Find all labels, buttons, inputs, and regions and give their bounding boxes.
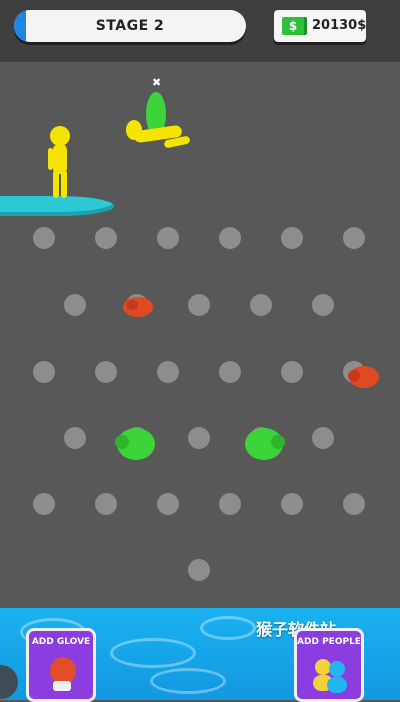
peg [219, 361, 241, 383]
add-people-button[interactable]: ADD PEOPLE [294, 628, 364, 702]
peg [312, 294, 334, 316]
peg [281, 493, 303, 515]
green-glove [115, 428, 155, 460]
peg [33, 227, 55, 249]
peg [64, 427, 86, 449]
money-value: 20130$ [312, 18, 367, 33]
boxing-glove-icon [50, 657, 76, 691]
red-glove [348, 366, 379, 388]
peg [64, 294, 86, 316]
add-people-label: ADD PEOPLE [297, 637, 361, 647]
peg [157, 227, 179, 249]
stage-label: STAGE 2 [95, 18, 165, 34]
peg [188, 294, 210, 316]
falling-character: ✖ [126, 76, 190, 148]
peg [95, 361, 117, 383]
add-glove-label: ADD GLOVE [31, 637, 91, 647]
red-glove [123, 297, 153, 317]
peg [188, 427, 210, 449]
peg [250, 294, 272, 316]
peg [188, 559, 210, 581]
peg [219, 227, 241, 249]
peg [343, 493, 365, 515]
peg [219, 493, 241, 515]
peg [343, 227, 365, 249]
dollar-bill-icon: $ [282, 17, 304, 35]
peg [157, 493, 179, 515]
people-icon [313, 659, 347, 693]
peg [157, 361, 179, 383]
svg-text:✖: ✖ [152, 76, 161, 89]
peg [281, 227, 303, 249]
add-glove-button[interactable]: ADD GLOVE [26, 628, 96, 702]
green-glove [245, 428, 285, 460]
money-counter: $ 20130$ [274, 10, 366, 42]
peg [281, 361, 303, 383]
peg [33, 361, 55, 383]
yellow-stickman [48, 126, 70, 198]
peg [312, 427, 334, 449]
stage-progress-bar: STAGE 2 [14, 10, 246, 42]
peg [33, 493, 55, 515]
peg [95, 227, 117, 249]
peg [95, 493, 117, 515]
